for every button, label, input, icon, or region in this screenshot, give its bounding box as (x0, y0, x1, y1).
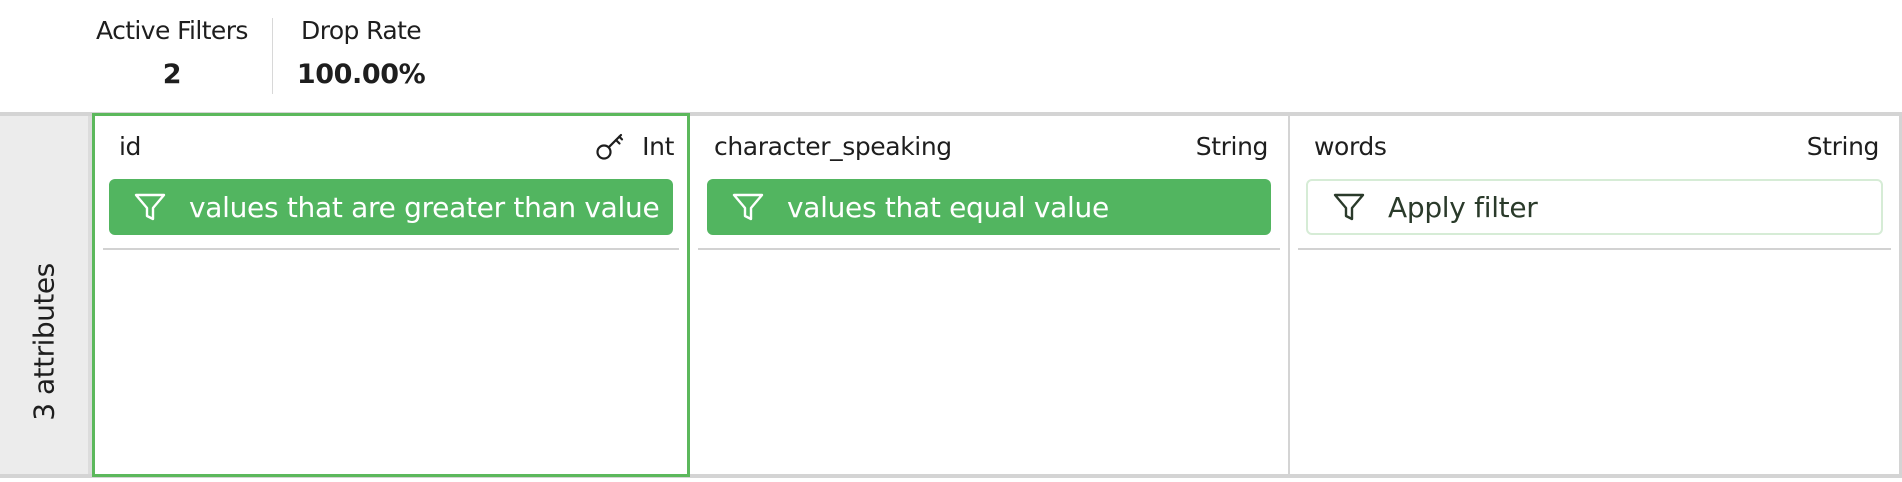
attribute-name: id (119, 131, 142, 161)
attribute-columns: id Int values that are greater than valu… (92, 113, 1902, 477)
attribute-column-words[interactable]: words String Apply filter (1290, 116, 1902, 474)
attribute-header: id Int (95, 116, 687, 176)
filter-icon (1333, 193, 1365, 221)
attribute-name: words (1314, 131, 1387, 161)
stats-header: Active Filters 2 Drop Rate 100.00% (96, 14, 449, 94)
attribute-meta: Int (594, 130, 674, 162)
attribute-column-id[interactable]: id Int values that are greater than valu… (92, 113, 690, 477)
filter-label: values that equal value (787, 190, 1109, 224)
attribute-column-character-speaking[interactable]: character_speaking String values that eq… (690, 116, 1290, 474)
active-filters-stat: Active Filters 2 (96, 14, 272, 94)
key-icon (596, 133, 624, 160)
attribute-type: Int (642, 131, 674, 161)
attributes-panel: 3 attributes id Int values that are grea… (0, 112, 1902, 478)
filter-button[interactable]: values that equal value (707, 179, 1271, 235)
attributes-sidebar: 3 attributes (0, 116, 92, 474)
filter-button[interactable]: values that are greater than value (109, 179, 673, 235)
filter-icon (732, 193, 764, 221)
drop-rate-stat: Drop Rate 100.00% (273, 14, 449, 94)
attribute-name: character_speaking (714, 131, 952, 161)
column-divider (1298, 248, 1891, 250)
column-divider (698, 248, 1280, 250)
attribute-header: words String (1290, 116, 1899, 176)
apply-filter-button[interactable]: Apply filter (1306, 179, 1883, 235)
attribute-type: String (1806, 131, 1880, 161)
filter-label: values that are greater than value (189, 190, 660, 224)
attribute-meta: String (1806, 131, 1880, 161)
attribute-meta: String (1195, 131, 1269, 161)
active-filters-value: 2 (162, 59, 182, 90)
drop-rate-value: 100.00% (296, 59, 426, 90)
active-filters-label: Active Filters (96, 16, 248, 45)
drop-rate-label: Drop Rate (301, 16, 422, 45)
attribute-header: character_speaking String (690, 116, 1288, 176)
attributes-count-label: 3 attributes (27, 263, 61, 421)
column-divider (103, 248, 679, 250)
filter-label: Apply filter (1388, 190, 1538, 224)
attribute-type: String (1195, 131, 1269, 161)
filter-icon (134, 193, 166, 221)
